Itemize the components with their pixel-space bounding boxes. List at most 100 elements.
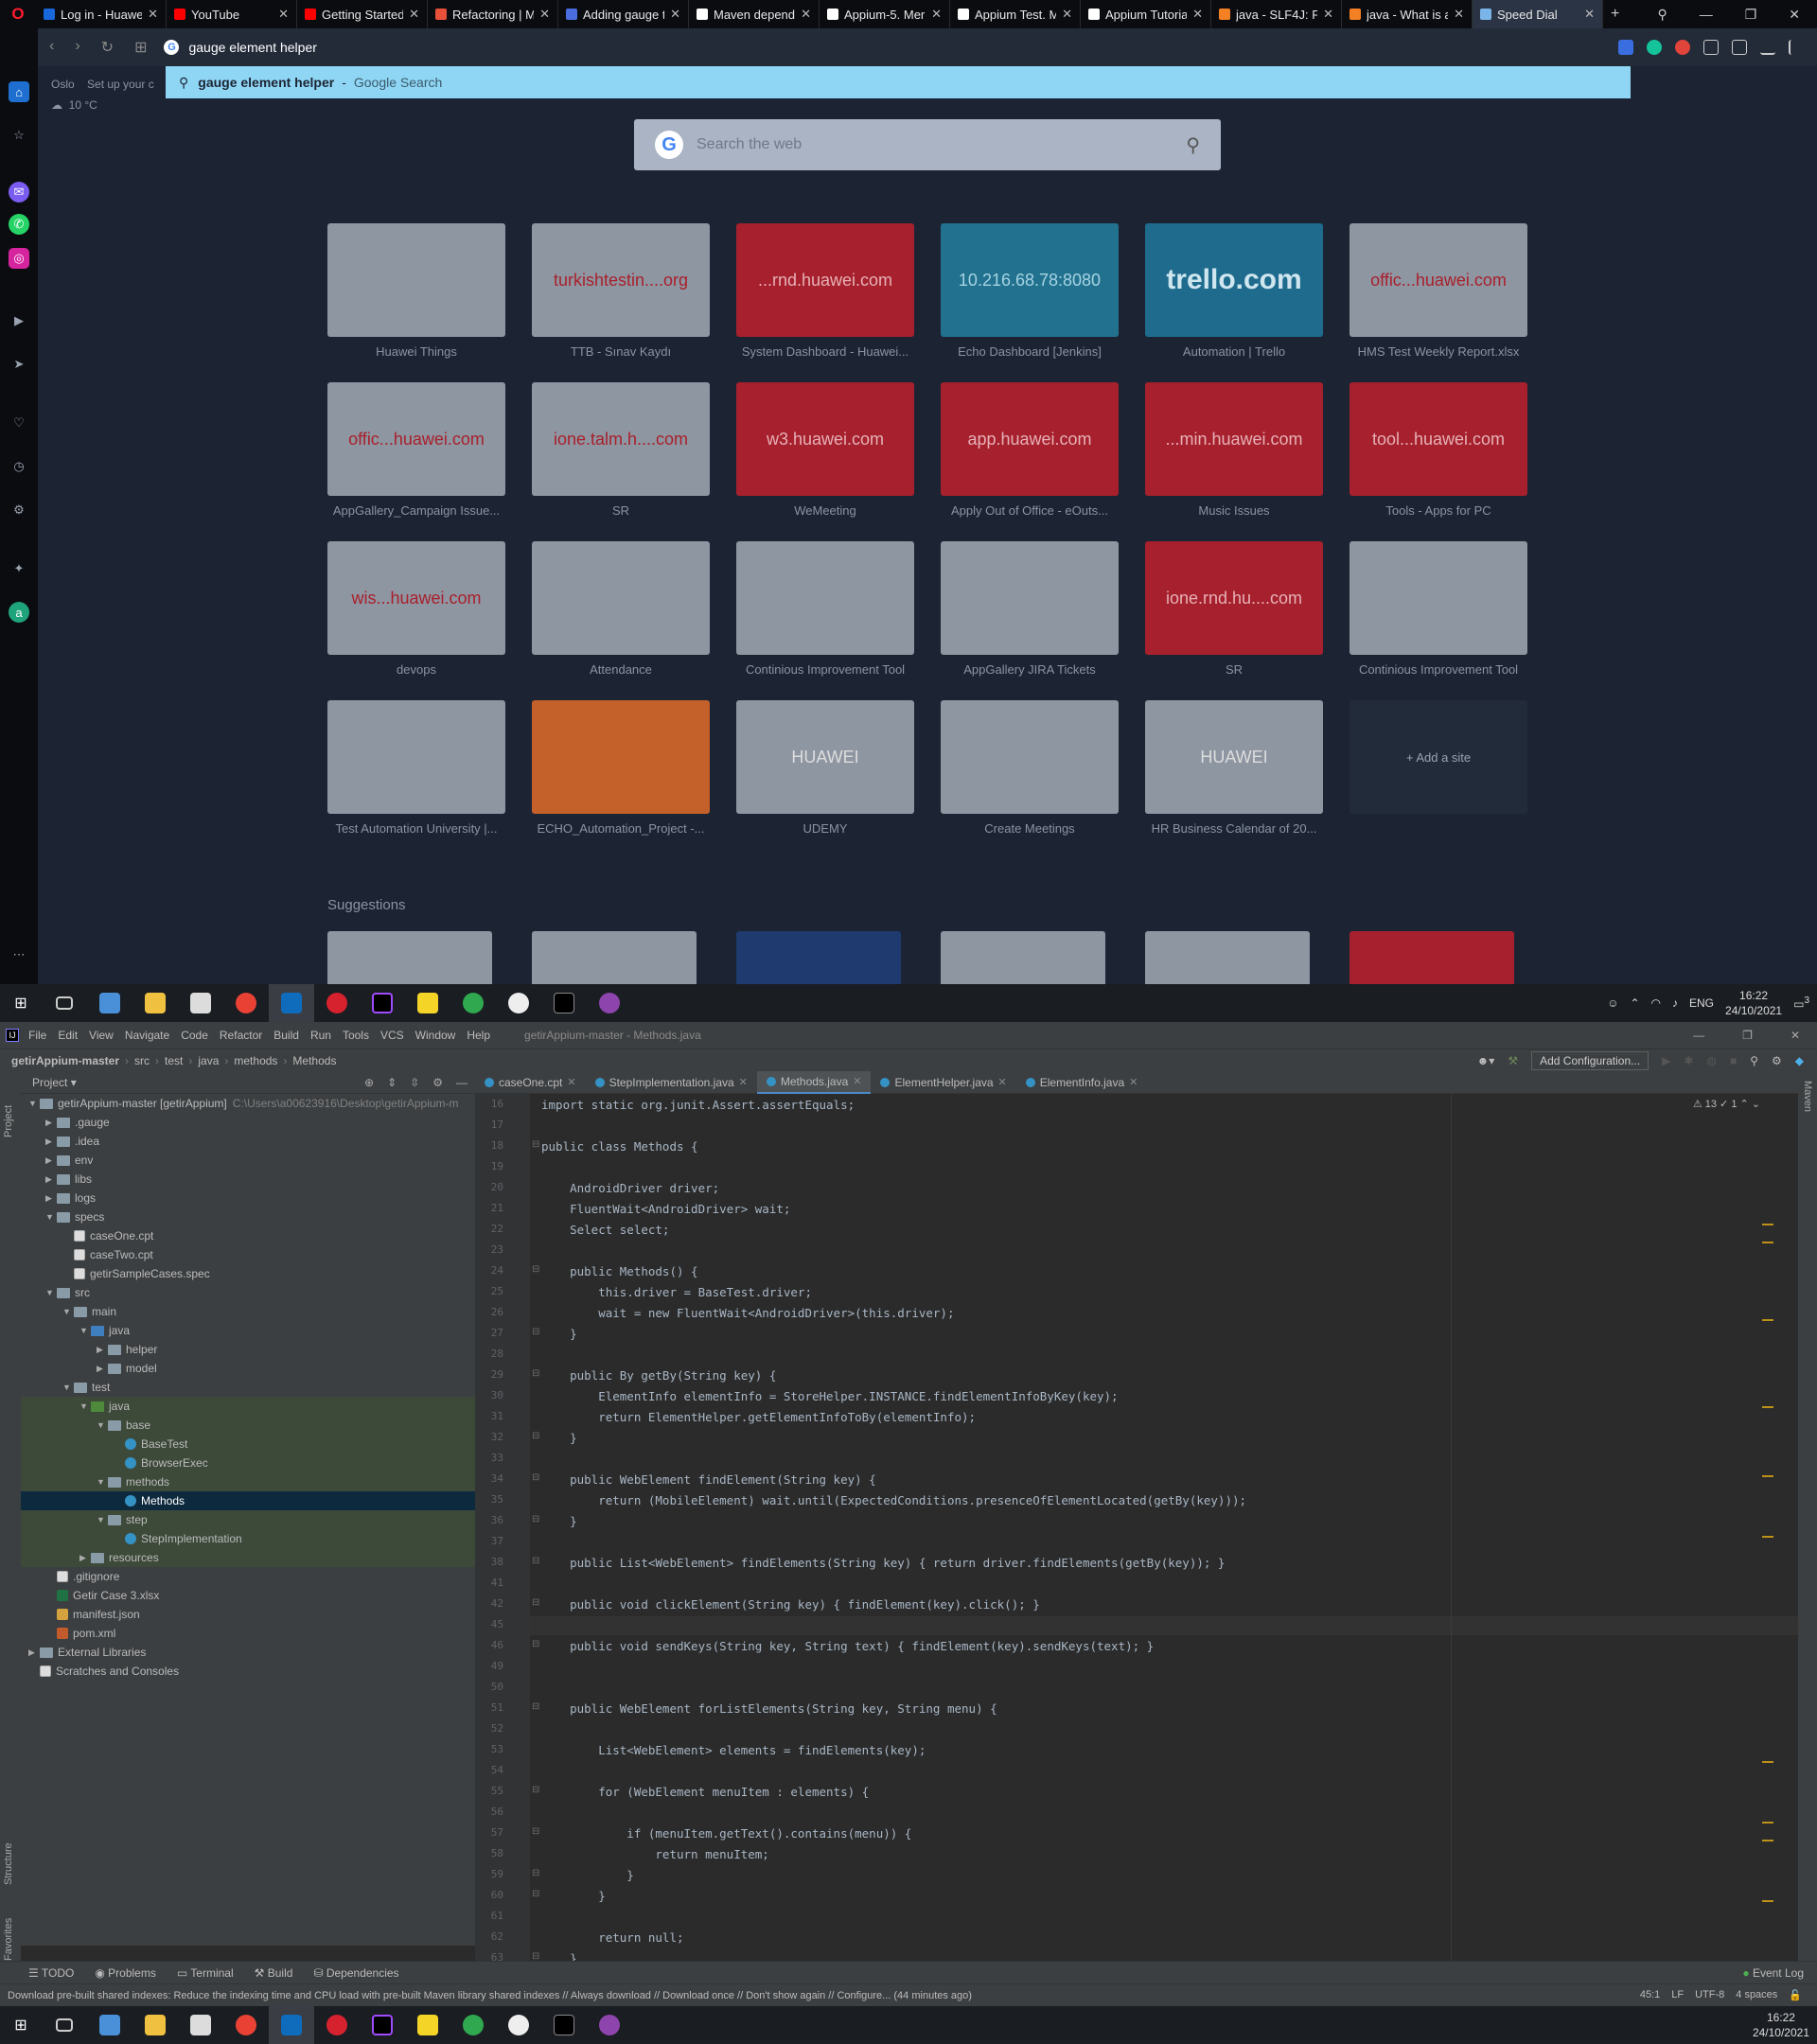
speed-dial-tile[interactable]: app.huawei.com <box>941 382 1119 496</box>
clock[interactable]: 16:22 24/10/2021 <box>1753 2010 1809 2040</box>
maven-tool-tab[interactable]: Maven <box>1802 1081 1813 1112</box>
tree-chevron-down-icon[interactable]: ▼ <box>79 1326 91 1335</box>
volume-icon[interactable]: ♪ <box>1672 996 1678 1010</box>
grammarly-icon[interactable] <box>1647 40 1662 55</box>
tab-close-icon[interactable]: ✕ <box>1129 1076 1138 1088</box>
outlook-icon[interactable] <box>269 984 314 1022</box>
speed-dial-tile[interactable]: offic...huawei.com <box>327 382 505 496</box>
tree-chevron-right-icon[interactable]: ▶ <box>45 1155 57 1166</box>
sticky-notes-icon[interactable] <box>405 2006 450 2044</box>
fold-icon[interactable]: ⊟ <box>532 1431 539 1441</box>
menu-tools[interactable]: Tools <box>343 1029 369 1042</box>
tree-chevron-right-icon[interactable]: ▶ <box>28 1648 40 1658</box>
tree-node[interactable]: ▼ getirAppium-master [getirAppium] C:\User… <box>21 1094 475 1113</box>
whatsapp-icon[interactable]: ✆ <box>9 214 29 235</box>
menu-edit[interactable]: Edit <box>58 1029 78 1042</box>
warning-marker[interactable] <box>1762 1761 1773 1764</box>
browser-tab[interactable]: Log in - Huawei ✕ <box>36 0 167 28</box>
menu-run[interactable]: Run <box>310 1029 331 1042</box>
tab-close-icon[interactable]: ✕ <box>1062 7 1072 22</box>
app-icon[interactable] <box>87 2006 132 2044</box>
browser-tab[interactable]: Adding gauge t ✕ <box>558 0 689 28</box>
tree-chevron-right-icon[interactable]: ▶ <box>79 1553 91 1563</box>
opera-logo-icon[interactable]: O <box>0 0 36 28</box>
tree-chevron-down-icon[interactable]: ▼ <box>79 1401 91 1411</box>
suggestion-tile[interactable] <box>532 931 697 984</box>
opera-icon[interactable] <box>314 984 360 1022</box>
build-icon[interactable]: ⚒ <box>1508 1054 1518 1067</box>
fold-icon[interactable]: ⊟ <box>532 1597 539 1608</box>
browser-tab[interactable]: Appium Tutoria ✕ <box>1081 0 1211 28</box>
tree-chevron-right-icon[interactable]: ▶ <box>45 1193 57 1204</box>
wifi-icon[interactable]: ◠ <box>1651 996 1661 1010</box>
adblock-icon[interactable] <box>1675 40 1690 55</box>
tool-window-build[interactable]: ⚒ Build <box>255 1966 293 1980</box>
outlook-icon[interactable] <box>269 2006 314 2044</box>
tree-node[interactable]: ▶ .idea <box>21 1132 475 1151</box>
messenger-icon[interactable]: ✉ <box>9 182 29 203</box>
editor-tab[interactable]: StepImplementation.java ✕ <box>586 1071 757 1094</box>
tab-close-icon[interactable]: ✕ <box>853 1075 861 1087</box>
tree-node[interactable]: pom.xml <box>21 1624 475 1643</box>
tree-node[interactable]: Getir Case 3.xlsx <box>21 1586 475 1605</box>
tab-close-icon[interactable]: ✕ <box>539 7 550 22</box>
speed-dial-tile[interactable]: 10.216.68.78:8080 <box>941 223 1119 337</box>
speed-dial-tile[interactable]: trello.com <box>1145 223 1323 337</box>
fold-icon[interactable]: ⊟ <box>532 1701 539 1712</box>
fold-icon[interactable]: ⊟ <box>532 1139 539 1150</box>
tree-node[interactable]: ▼ java <box>21 1321 475 1340</box>
file-explorer-icon[interactable] <box>132 2006 178 2044</box>
fold-icon[interactable]: ⊟ <box>532 1368 539 1379</box>
store-icon[interactable] <box>178 2006 223 2044</box>
coverage-icon[interactable]: ◍ <box>1706 1054 1716 1067</box>
tree-chevron-right-icon[interactable]: ▶ <box>97 1345 108 1355</box>
app-icon[interactable] <box>496 2006 541 2044</box>
restore-icon[interactable]: ❐ <box>1742 1029 1753 1042</box>
speed-dial-tile[interactable]: turkishtestin....org <box>532 223 710 337</box>
tab-close-icon[interactable]: ✕ <box>148 7 158 22</box>
tab-close-icon[interactable]: ✕ <box>739 1076 748 1088</box>
menu-help[interactable]: Help <box>467 1029 490 1042</box>
status-item[interactable]: 4 spaces <box>1736 1989 1777 2001</box>
tree-node[interactable]: ▶ libs <box>21 1170 475 1189</box>
history-icon[interactable]: ◷ <box>9 456 29 477</box>
tree-node[interactable]: caseTwo.cpt <box>21 1245 475 1264</box>
speed-dial-tile[interactable]: ...min.huawei.com <box>1145 382 1323 496</box>
fold-icon[interactable]: ⊟ <box>532 1514 539 1524</box>
status-item[interactable]: UTF-8 <box>1695 1989 1724 2001</box>
tree-node[interactable]: ▶ logs <box>21 1189 475 1207</box>
search-tabs-icon[interactable]: ⚲ <box>1657 7 1667 23</box>
search-suggestion[interactable]: ⚲ gauge element helper - Google Search <box>166 66 1631 98</box>
easy-setup-icon[interactable] <box>1789 40 1804 55</box>
notification-icon[interactable]: ▭3 <box>1793 996 1809 1011</box>
store-icon[interactable] <box>178 984 223 1022</box>
intellij-icon[interactable] <box>360 984 405 1022</box>
speed-dial-tile[interactable] <box>736 541 914 655</box>
bookmarks-icon[interactable]: ☆ <box>9 125 29 146</box>
app-icon[interactable] <box>450 2006 496 2044</box>
menu-code[interactable]: Code <box>181 1029 208 1042</box>
project-view-selector[interactable]: Project ▾ <box>32 1076 77 1089</box>
clock[interactable]: 16:22 24/10/2021 <box>1725 988 1782 1018</box>
tree-node[interactable]: ▼ src <box>21 1283 475 1302</box>
chrome-icon[interactable] <box>223 984 269 1022</box>
collapse-all-icon[interactable]: ⇳ <box>410 1076 419 1089</box>
speed-dial-tile[interactable]: HUAWEI <box>1145 700 1323 814</box>
speed-dial-tile[interactable] <box>327 223 505 337</box>
more-icon[interactable]: ⋯ <box>9 944 29 965</box>
expand-all-icon[interactable]: ⇕ <box>387 1076 397 1089</box>
windows-start-icon[interactable]: ⊞ <box>0 994 42 1013</box>
warning-marker[interactable] <box>1762 1241 1773 1243</box>
breadcrumb-item[interactable]: getirAppium-master <box>11 1054 119 1067</box>
warning-marker[interactable] <box>1762 1822 1773 1824</box>
tab-close-icon[interactable]: ✕ <box>670 7 680 22</box>
speed-dial-tile[interactable] <box>941 700 1119 814</box>
extensions-icon[interactable] <box>1732 40 1747 55</box>
speed-dial-tile[interactable] <box>941 541 1119 655</box>
user-icon[interactable]: ☻▾ <box>1477 1054 1495 1067</box>
tab-close-icon[interactable]: ✕ <box>931 7 942 22</box>
speed-dial-tile[interactable] <box>532 700 710 814</box>
flow-icon[interactable]: ➤ <box>9 354 29 375</box>
speed-dial-tile[interactable] <box>327 700 505 814</box>
tab-close-icon[interactable]: ✕ <box>801 7 811 22</box>
